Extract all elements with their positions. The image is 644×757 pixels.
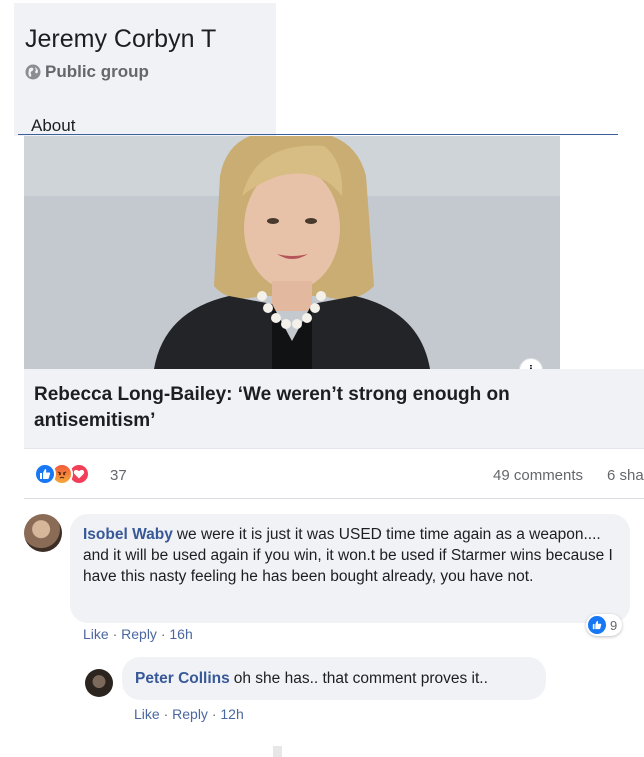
like-icon: [34, 463, 56, 485]
comment-body: oh she has.. that comment proves it..: [233, 670, 488, 687]
reaction-count[interactable]: 37: [110, 467, 127, 484]
comment-like-count: 9: [610, 617, 618, 633]
globe-icon: [25, 64, 41, 80]
reaction-icons[interactable]: [34, 463, 90, 485]
link-title[interactable]: Rebecca Long-Bailey: ‘We weren’t strong …: [34, 382, 634, 434]
comment-actions: Like · Reply · 16h: [83, 626, 193, 642]
group-name[interactable]: Jeremy Corbyn T: [25, 25, 216, 54]
separator: ·: [112, 626, 122, 642]
comment-author[interactable]: Peter Collins: [135, 670, 230, 687]
like-icon: [588, 616, 606, 634]
comment-author[interactable]: Isobel Waby: [83, 526, 173, 543]
portrait-photo: [24, 136, 560, 369]
comment-bubble: Peter Collins oh she has.. that comment p…: [122, 657, 546, 700]
header-divider: [18, 134, 618, 135]
reply-link[interactable]: Reply: [172, 706, 208, 722]
avatar[interactable]: [85, 669, 113, 697]
comments-count[interactable]: 49 comments: [493, 467, 583, 484]
post-card: i Rebecca Long-Bailey: ‘We weren’t stron…: [24, 136, 644, 757]
comment-text: Peter Collins oh she has.. that comment p…: [135, 668, 533, 689]
avatar[interactable]: [24, 514, 62, 552]
like-link[interactable]: Like: [134, 706, 160, 722]
comment-text: Isobel Waby we were it is just it was USE…: [83, 524, 617, 587]
like-link[interactable]: Like: [83, 626, 109, 642]
comment-bubble: Isobel Waby we were it is just it was USE…: [70, 514, 630, 623]
group-privacy-label: Public group: [25, 62, 149, 82]
tab-about[interactable]: About: [31, 116, 75, 136]
separator: ·: [163, 706, 173, 722]
shares-count[interactable]: 6 sha: [607, 467, 644, 484]
group-header: Jeremy Corbyn T Public group About: [14, 3, 276, 136]
comment-timestamp[interactable]: 16h: [169, 626, 192, 642]
comment-reaction-badge[interactable]: 9: [586, 614, 623, 636]
comment-timestamp[interactable]: 12h: [220, 706, 243, 722]
privacy-text: Public group: [45, 62, 149, 81]
link-preview-caption[interactable]: Rebecca Long-Bailey: ‘We weren’t strong …: [24, 369, 644, 449]
reply-link[interactable]: Reply: [121, 626, 157, 642]
divider: [273, 746, 282, 757]
link-preview-image[interactable]: [24, 136, 560, 369]
comment-actions: Like · Reply · 12h: [134, 706, 244, 722]
reactions-bar: 37 49 comments 6 sha: [24, 449, 644, 499]
